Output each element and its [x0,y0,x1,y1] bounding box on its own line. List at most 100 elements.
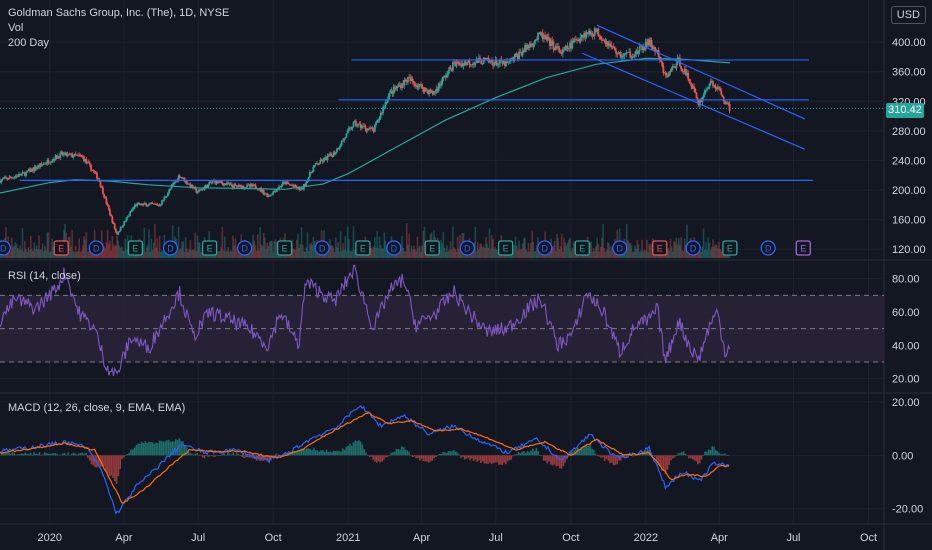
macd-histogram-bar [124,455,127,456]
marker-letter: D [765,244,772,254]
macd-histogram-bar [551,455,554,466]
candle-body [196,192,199,194]
candle-body [705,89,707,91]
candle-body [373,124,376,132]
earnings-marker[interactable]: E [424,240,440,256]
candle-body [107,205,110,210]
chart-canvas[interactable]: D E D E D E D E D E D E D E D E D E D E D E 2020 Apr Jul Oct 2021… [0,0,932,550]
candle-body [286,181,289,183]
macd-histogram-bar [711,445,714,456]
candle-body [323,158,325,162]
x-tick-label: Jul [191,532,205,544]
macd-histogram-bar [713,446,715,456]
macd-histogram-bar [140,441,143,456]
macd-histogram-bar [212,455,215,457]
macd-histogram-bar [505,455,507,465]
candle-body [113,223,116,229]
macd-histogram-bar [548,455,550,462]
macd-histogram-bar [158,440,161,456]
candle-body [347,128,350,131]
macd-histogram-bar [610,455,613,463]
earnings-marker[interactable]: E [276,240,293,256]
dividend-marker[interactable]: D [236,240,253,256]
macd-histogram-bar [225,455,227,456]
candle-body [591,32,594,36]
macd-histogram-bar [135,444,138,456]
dividend-marker[interactable]: D [162,240,179,256]
earnings-marker[interactable]: E [355,240,371,256]
macd-histogram-bar [436,455,439,456]
earnings-marker[interactable]: E [722,240,738,256]
earnings-marker[interactable]: E [795,240,811,256]
dividend-marker[interactable]: D [612,240,628,256]
macd-histogram-bar [558,455,561,469]
candle-body [375,122,377,125]
candle-body [72,156,75,158]
earnings-marker[interactable]: E [652,240,668,256]
macd-histogram-bar [106,455,109,474]
rsi-tick-label: 80.00 [892,274,920,286]
candle-body [482,57,485,64]
candle-body [634,54,636,57]
macd-histogram-bar [528,452,531,456]
candle-body [20,173,23,176]
earnings-marker[interactable]: E [127,240,144,256]
dividend-marker[interactable]: D [760,240,776,256]
candle-body [242,185,245,189]
dividend-marker[interactable]: D [88,240,104,256]
dividend-marker[interactable]: D [685,240,701,256]
candle-body [481,63,484,65]
x-tick-label: Oct [860,532,877,544]
macd-histogram-bar [42,454,44,456]
candle-body [343,138,345,141]
grid [0,0,932,550]
macd-histogram-bar [345,446,348,456]
candle-body [234,184,237,186]
dividend-marker[interactable]: D [0,240,11,256]
earnings-marker[interactable]: E [53,240,69,256]
macd-pane[interactable] [0,404,730,515]
macd-histogram-bar [374,455,376,462]
earnings-marker[interactable]: E [497,240,514,256]
macd-histogram-bar [87,455,89,459]
macd-histogram-bar [58,454,61,456]
macd-histogram-bar [200,455,202,456]
macd-histogram-bar [474,455,477,460]
macd-histogram-bar [167,439,170,456]
dividend-marker[interactable]: D [459,240,475,256]
candle-body [637,50,640,54]
candle-body [281,182,284,186]
earnings-marker[interactable]: E [574,240,590,256]
macd-histogram-bar [519,453,522,456]
candle-body [440,84,442,86]
dividend-marker[interactable]: D [314,240,330,256]
candle-body [110,214,113,217]
candle-body [161,200,163,205]
macd-histogram-bar [205,455,208,457]
currency-button[interactable]: USD [890,6,926,24]
macd-histogram-bar [720,454,723,456]
macd-histogram-bar [435,455,437,458]
earnings-marker[interactable]: E [201,240,218,256]
x-tick-label: Apr [413,532,430,544]
macd-histogram-bar [686,455,688,456]
macd-histogram-bar [175,439,177,456]
macd-histogram-bar [219,454,222,456]
candle-body [694,88,697,93]
macd-histogram-bar [689,455,692,458]
candle-body [629,51,632,58]
candle-body [417,85,420,88]
macd-histogram-bar [553,455,556,465]
candle-body [162,199,165,201]
rsi-pane[interactable] [0,264,884,377]
macd-histogram-bar [433,455,435,459]
macd-histogram-bar [471,455,473,459]
macd-histogram-bar [343,450,346,456]
dividend-marker[interactable]: D [537,240,553,256]
candle-body [109,209,111,215]
macd-histogram-bar [110,455,113,476]
dividend-marker[interactable]: D [386,240,402,256]
macd-histogram-bar [602,455,604,458]
candle-body [59,152,62,159]
macd-histogram-bar [492,455,495,464]
